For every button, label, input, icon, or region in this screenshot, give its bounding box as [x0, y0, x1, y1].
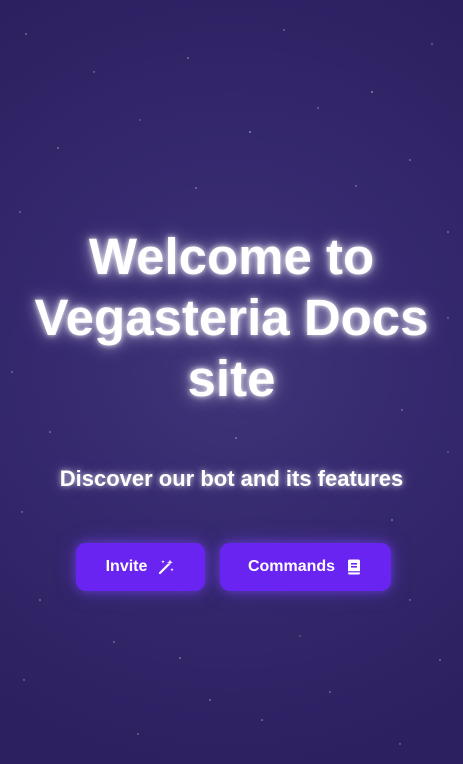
page-title-line-2: Vegasteria Docs: [34, 289, 429, 346]
hero-section: Welcome to Vegasteria Docs site: [0, 226, 463, 409]
landing-page: Welcome to Vegasteria Docs site Discover…: [0, 0, 463, 764]
hero-subtitle: Discover our bot and its features: [59, 466, 404, 491]
invite-button-label: Invite: [105, 558, 148, 575]
commands-button[interactable]: Commands: [220, 543, 391, 591]
page-title-line-1: Welcome to: [88, 228, 375, 285]
magic-wand-icon: [157, 558, 175, 576]
commands-button-label: Commands: [247, 558, 336, 575]
invite-button[interactable]: Invite: [76, 543, 205, 591]
page-title: Welcome to Vegasteria Docs site: [12, 226, 452, 409]
page-title-line-3: site: [187, 350, 276, 407]
book-icon: [345, 558, 363, 576]
